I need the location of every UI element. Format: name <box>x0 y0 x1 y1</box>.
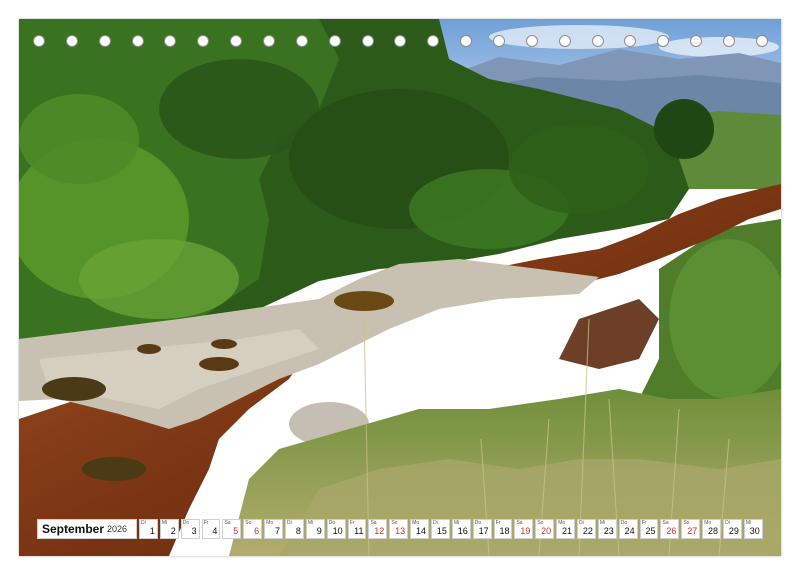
binding-hole <box>328 35 341 47</box>
calendar-day: Mi 9 <box>305 519 325 539</box>
binding-hole <box>460 35 473 47</box>
day-number: 21 <box>562 526 573 536</box>
calendar-day: Mo 28 <box>702 519 722 539</box>
day-number: 18 <box>499 526 510 536</box>
day-number: 28 <box>708 526 719 536</box>
month-label: September 2026 <box>37 519 137 539</box>
calendar-strip: September 2026 Di 1 Mi 2 Do 3 Fr 4 Sa 5 So 6 Mo 7 Di 8 M… <box>37 519 763 539</box>
calendar-day: Fr 25 <box>639 519 659 539</box>
day-number: 6 <box>254 526 260 536</box>
weekday-label: Mi <box>307 520 314 526</box>
calendar-day: Do 10 <box>326 519 346 539</box>
day-number: 3 <box>191 526 197 536</box>
binding-hole <box>98 35 111 47</box>
day-number: 12 <box>374 526 385 536</box>
calendar-day: So 20 <box>535 519 555 539</box>
month-name: September <box>42 522 105 536</box>
calendar-photo <box>19 19 781 556</box>
weekday-label: Di <box>287 520 292 526</box>
day-number: 10 <box>332 526 343 536</box>
binding-hole <box>624 35 637 47</box>
calendar-day: Di 22 <box>577 519 596 539</box>
weekday-label: So <box>245 520 252 526</box>
binding-hole <box>230 35 243 47</box>
weekday-label: Do <box>182 520 190 526</box>
calendar-day: Do 24 <box>618 519 638 539</box>
calendar-day: Sa 5 <box>222 519 242 539</box>
calendar-day: Fr 18 <box>493 519 513 539</box>
day-number: 30 <box>749 526 760 536</box>
day-number: 23 <box>603 526 614 536</box>
day-number: 14 <box>416 526 427 536</box>
calendar-day: So 6 <box>243 519 263 539</box>
calendar-day: Di 29 <box>723 519 742 539</box>
calendar-day: Fr 4 <box>201 519 221 539</box>
binding-hole <box>164 35 177 47</box>
binding-hole <box>394 35 407 47</box>
calendar-day: Di 8 <box>285 519 304 539</box>
binding-hole <box>197 35 210 47</box>
binding-hole <box>723 35 736 47</box>
river-landscape-photo <box>19 19 781 556</box>
weekday-label: Mo <box>266 520 274 526</box>
binding-hole <box>361 35 374 47</box>
calendar-day: Sa 19 <box>514 519 534 539</box>
day-number: 16 <box>457 526 468 536</box>
binding-hole <box>657 35 670 47</box>
calendar-day: Sa 26 <box>660 519 680 539</box>
calendar-day: Fr 11 <box>347 519 367 539</box>
calendar-day: Di 15 <box>431 519 450 539</box>
calendar-day: So 27 <box>681 519 701 539</box>
day-number: 25 <box>645 526 656 536</box>
day-number: 4 <box>212 526 218 536</box>
binding-hole <box>525 35 538 47</box>
weekday-label: Di <box>141 520 146 526</box>
binding-hole <box>591 35 604 47</box>
day-number: 11 <box>354 526 364 536</box>
binding-hole <box>131 35 144 47</box>
binding-hole <box>33 35 45 47</box>
day-number: 13 <box>395 526 406 536</box>
calendar-day: Mo 14 <box>410 519 430 539</box>
calendar-day: Do 17 <box>472 519 492 539</box>
binding-hole <box>755 35 768 47</box>
day-number: 15 <box>436 526 447 536</box>
binding-hole <box>263 35 276 47</box>
calendar-day: So 13 <box>389 519 409 539</box>
calendar-day: Mi 2 <box>159 519 179 539</box>
weekday-label: Fr <box>203 520 209 526</box>
day-number: 29 <box>728 526 739 536</box>
day-number: 7 <box>275 526 281 536</box>
day-number: 27 <box>687 526 698 536</box>
calendar-day: Mi 23 <box>597 519 617 539</box>
calendar-day: Mi 16 <box>451 519 471 539</box>
calendar-day: Mi 30 <box>743 519 763 539</box>
spiral-binding-holes <box>33 35 768 50</box>
calendar-day: Do 3 <box>180 519 200 539</box>
day-number: 19 <box>520 526 531 536</box>
day-number: 24 <box>624 526 635 536</box>
month-year: 2026 <box>107 524 128 534</box>
day-number: 5 <box>233 526 239 536</box>
day-number: 20 <box>541 526 552 536</box>
binding-hole <box>493 35 506 47</box>
day-number: 26 <box>666 526 677 536</box>
calendar-day: Sa 12 <box>368 519 388 539</box>
calendar-day: Mo 7 <box>264 519 284 539</box>
day-number: 22 <box>582 526 593 536</box>
binding-hole <box>427 35 440 47</box>
calendar-day: Mo 21 <box>556 519 576 539</box>
day-number: 1 <box>149 526 155 536</box>
weekday-label: Mi <box>161 520 168 526</box>
calendar-day: Di 1 <box>139 519 158 539</box>
binding-hole <box>558 35 571 47</box>
binding-hole <box>295 35 308 47</box>
day-number: 2 <box>170 526 176 536</box>
binding-hole <box>690 35 703 47</box>
binding-hole <box>65 35 78 47</box>
weekday-label: Sa <box>224 520 231 526</box>
day-number: 9 <box>316 526 322 536</box>
day-number: 17 <box>478 526 489 536</box>
day-number: 8 <box>295 526 301 536</box>
